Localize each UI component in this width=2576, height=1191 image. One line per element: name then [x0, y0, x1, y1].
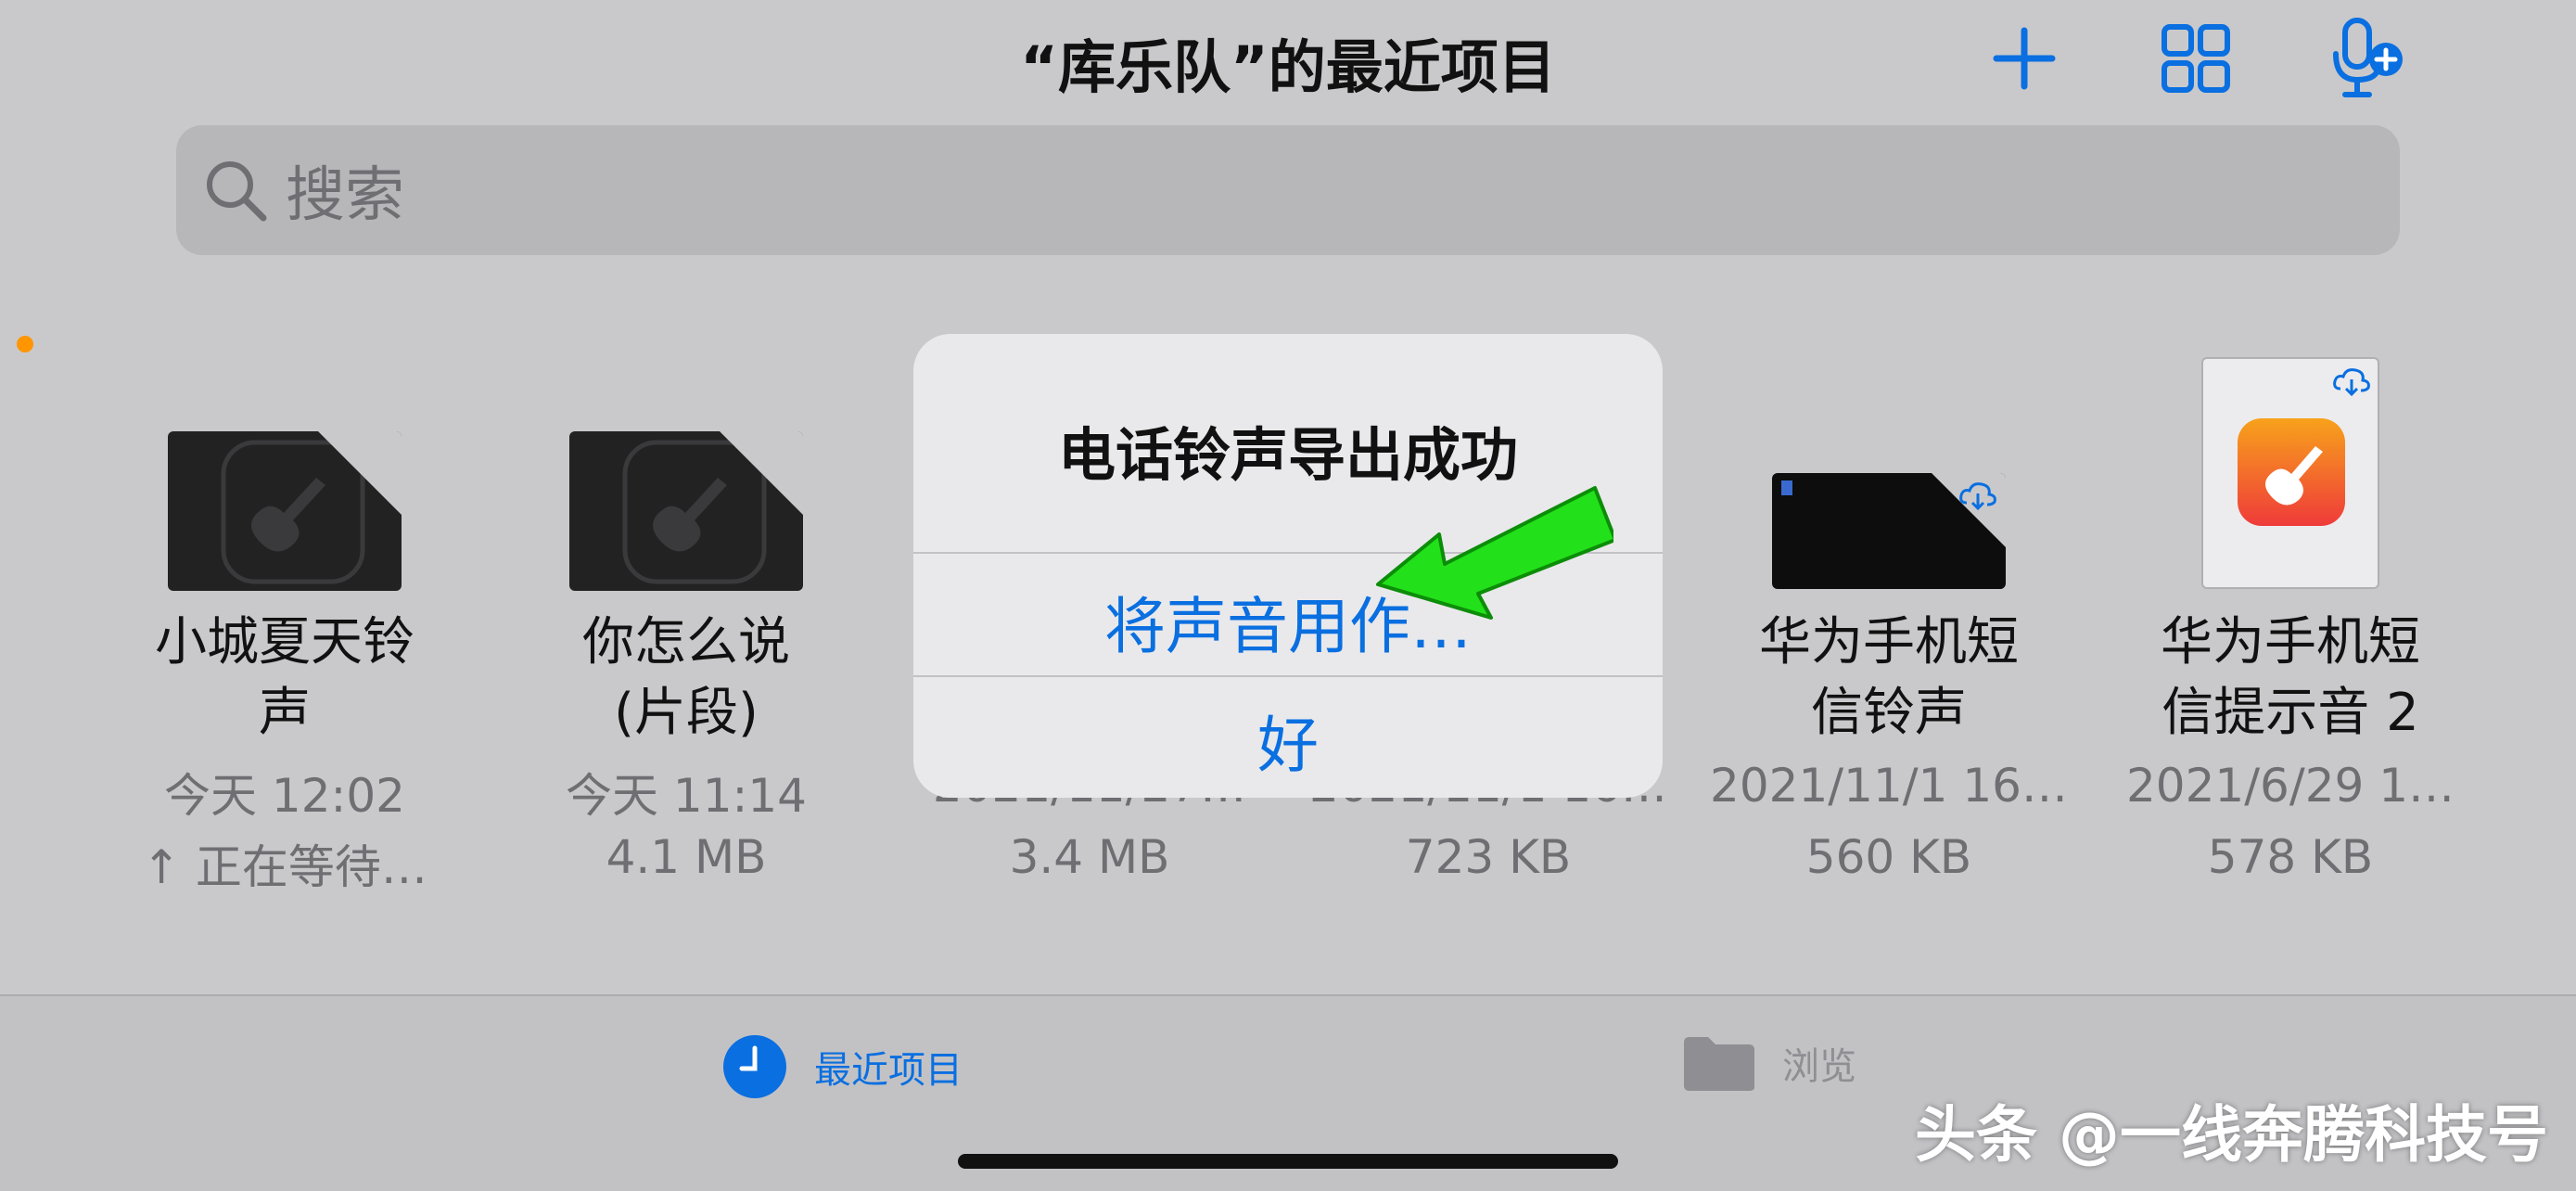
- file-status: ↑ 正在等待…: [142, 840, 427, 894]
- cloud-download-icon: [1959, 482, 1996, 511]
- tab-browse[interactable]: 浏览: [1682, 1033, 1856, 1093]
- file-name-cont: (片段): [614, 683, 759, 743]
- file-size: 723 KB: [1405, 830, 1572, 884]
- status-dot: [17, 336, 33, 352]
- folder-icon: [1684, 1037, 1754, 1091]
- divider: [913, 675, 1663, 677]
- tab-recent[interactable]: 最近项目: [721, 1033, 963, 1100]
- file-size: 560 KB: [1805, 830, 1972, 884]
- file-name: 华为手机短: [1759, 612, 2019, 672]
- cloud-download-icon: [2333, 368, 2370, 397]
- search-field[interactable]: 搜索: [176, 125, 2400, 255]
- file-item[interactable]: 小城夏天铃 声 今天 12:02 ↑ 正在等待…: [90, 427, 479, 909]
- ok-button[interactable]: 好: [913, 696, 1663, 785]
- tab-recent-label: 最近项目: [814, 1049, 963, 1092]
- watermark: 头条 @一线奔腾科技号: [1915, 1099, 2548, 1171]
- file-item[interactable]: 华为手机短 信铃声 2021/11/1 16… 560 KB: [1694, 427, 2084, 909]
- file-date: 2021/11/1 16…: [1710, 759, 2068, 813]
- garageband-thumbnail: [569, 431, 803, 591]
- file-date: 今天 11:14: [566, 769, 807, 823]
- file-item[interactable]: 华为手机短 信提示音 2 2021/6/29 1… 578 KB: [2096, 352, 2485, 909]
- file-name: 华为手机短: [2161, 612, 2420, 672]
- file-item[interactable]: 你怎么说 (片段) 今天 11:14 4.1 MB: [491, 427, 881, 909]
- add-recording-icon: [2333, 18, 2403, 97]
- file-name-cont: 信提示音 2: [2162, 683, 2419, 743]
- new-recording-button[interactable]: [2330, 17, 2404, 100]
- file-name-cont: 信铃声: [1811, 683, 1967, 743]
- file-name: 小城夏天铃: [155, 612, 414, 672]
- garageband-thumbnail: [168, 431, 402, 591]
- file-name: 你怎么说: [582, 612, 790, 672]
- grid-view-icon: [2162, 24, 2230, 93]
- home-indicator[interactable]: [958, 1154, 1618, 1169]
- annotation-arrow-icon: [1376, 486, 1613, 620]
- file-size: 578 KB: [2207, 830, 2374, 884]
- file-date: 2021/6/29 1…: [2125, 759, 2455, 813]
- search-placeholder: 搜索: [286, 161, 404, 230]
- header-actions: [1987, 17, 2404, 100]
- add-button[interactable]: [1987, 17, 2061, 100]
- plus-icon: [1993, 27, 2056, 90]
- audio-thumbnail: [1772, 473, 2006, 589]
- file-size: 4.1 MB: [606, 830, 767, 884]
- file-name-cont: 声: [259, 683, 311, 743]
- view-toggle-button[interactable]: [2159, 17, 2233, 100]
- garageband-app-icon: [2238, 418, 2345, 526]
- file-size: 3.4 MB: [1009, 830, 1170, 884]
- tab-browse-label: 浏览: [1782, 1045, 1856, 1088]
- search-icon: [207, 161, 267, 222]
- clock-icon: [723, 1035, 786, 1098]
- file-date: 今天 12:02: [164, 769, 405, 823]
- garageband-thumbnail: [2201, 357, 2379, 589]
